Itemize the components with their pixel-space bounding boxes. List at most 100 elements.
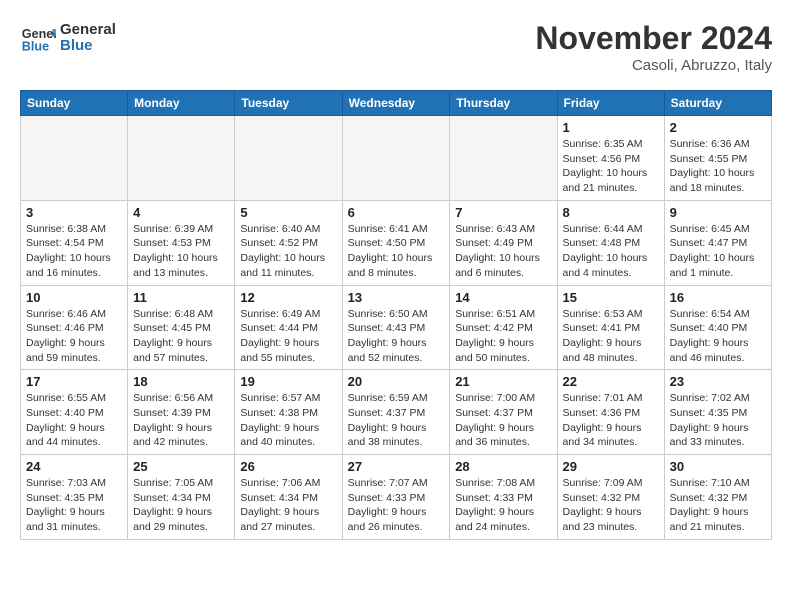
day-info: Sunrise: 6:46 AM Sunset: 4:46 PM Dayligh… (26, 307, 122, 366)
day-number: 2 (670, 120, 766, 135)
day-number: 22 (563, 374, 659, 389)
header-tuesday: Tuesday (235, 91, 342, 116)
calendar-cell: 18 Sunrise: 6:56 AM Sunset: 4:39 PM Dayli… (128, 370, 235, 455)
calendar-cell (21, 116, 128, 201)
day-info: Sunrise: 6:57 AM Sunset: 4:38 PM Dayligh… (240, 391, 336, 450)
day-number: 3 (26, 205, 122, 220)
day-info: Sunrise: 7:05 AM Sunset: 4:34 PM Dayligh… (133, 476, 229, 535)
day-number: 11 (133, 290, 229, 305)
day-number: 12 (240, 290, 336, 305)
day-number: 19 (240, 374, 336, 389)
day-info: Sunrise: 7:03 AM Sunset: 4:35 PM Dayligh… (26, 476, 122, 535)
day-number: 26 (240, 459, 336, 474)
svg-text:Blue: Blue (22, 40, 49, 54)
calendar-cell: 28 Sunrise: 7:08 AM Sunset: 4:33 PM Dayli… (450, 455, 557, 540)
day-info: Sunrise: 6:51 AM Sunset: 4:42 PM Dayligh… (455, 307, 551, 366)
calendar-cell: 21Sunrise: 7:00 AM Sunset: 4:37 PM Dayli… (450, 370, 557, 455)
day-number: 29 (563, 459, 659, 474)
calendar-cell: 10 Sunrise: 6:46 AM Sunset: 4:46 PM Dayli… (21, 285, 128, 370)
calendar-table: Sunday Monday Tuesday Wednesday Thursday… (20, 90, 772, 540)
header-thursday: Thursday (450, 91, 557, 116)
day-number: 28 (455, 459, 551, 474)
day-info: Sunrise: 6:41 AM Sunset: 4:50 PM Dayligh… (348, 222, 445, 281)
day-info: Sunrise: 6:53 AM Sunset: 4:41 PM Dayligh… (563, 307, 659, 366)
day-number: 5 (240, 205, 336, 220)
day-info: Sunrise: 6:39 AM Sunset: 4:53 PM Dayligh… (133, 222, 229, 281)
calendar-cell: 22 Sunrise: 7:01 AM Sunset: 4:36 PM Dayli… (557, 370, 664, 455)
location: Casoli, Abruzzo, Italy (535, 57, 772, 74)
day-number: 27 (348, 459, 445, 474)
day-info: Sunrise: 6:36 AM Sunset: 4:55 PM Dayligh… (670, 137, 766, 196)
day-number: 6 (348, 205, 445, 220)
day-info: Sunrise: 6:48 AM Sunset: 4:45 PM Dayligh… (133, 307, 229, 366)
day-number: 4 (133, 205, 229, 220)
day-info: Sunrise: 7:01 AM Sunset: 4:36 PM Dayligh… (563, 391, 659, 450)
day-number: 18 (133, 374, 229, 389)
calendar-cell: 29 Sunrise: 7:09 AM Sunset: 4:32 PM Dayli… (557, 455, 664, 540)
day-info: Sunrise: 6:35 AM Sunset: 4:56 PM Dayligh… (563, 137, 659, 196)
day-number: 25 (133, 459, 229, 474)
week-row-1: 1 Sunrise: 6:35 AM Sunset: 4:56 PM Daylig… (21, 116, 772, 201)
day-info: Sunrise: 6:40 AM Sunset: 4:52 PM Dayligh… (240, 222, 336, 281)
header-wednesday: Wednesday (342, 91, 450, 116)
day-info: Sunrise: 6:44 AM Sunset: 4:48 PM Dayligh… (563, 222, 659, 281)
calendar-cell: 5 Sunrise: 6:40 AM Sunset: 4:52 PM Daylig… (235, 200, 342, 285)
calendar-cell (450, 116, 557, 201)
calendar-cell: 30Sunrise: 7:10 AM Sunset: 4:32 PM Dayli… (664, 455, 771, 540)
header: General Blue General Blue November 2024 … (20, 20, 772, 74)
day-number: 24 (26, 459, 122, 474)
day-info: Sunrise: 7:07 AM Sunset: 4:33 PM Dayligh… (348, 476, 445, 535)
calendar-cell: 14 Sunrise: 6:51 AM Sunset: 4:42 PM Dayli… (450, 285, 557, 370)
calendar-cell: 25 Sunrise: 7:05 AM Sunset: 4:34 PM Dayli… (128, 455, 235, 540)
day-number: 16 (670, 290, 766, 305)
day-info: Sunrise: 6:38 AM Sunset: 4:54 PM Dayligh… (26, 222, 122, 281)
week-row-5: 24 Sunrise: 7:03 AM Sunset: 4:35 PM Dayli… (21, 455, 772, 540)
calendar-cell: 27 Sunrise: 7:07 AM Sunset: 4:33 PM Dayli… (342, 455, 450, 540)
day-number: 30 (670, 459, 766, 474)
calendar-cell: 12 Sunrise: 6:49 AM Sunset: 4:44 PM Dayli… (235, 285, 342, 370)
week-row-4: 17Sunrise: 6:55 AM Sunset: 4:40 PM Dayli… (21, 370, 772, 455)
logo-blue: Blue (60, 38, 116, 55)
day-info: Sunrise: 6:50 AM Sunset: 4:43 PM Dayligh… (348, 307, 445, 366)
day-info: Sunrise: 7:02 AM Sunset: 4:35 PM Dayligh… (670, 391, 766, 450)
calendar-cell (128, 116, 235, 201)
title-block: November 2024 Casoli, Abruzzo, Italy (535, 20, 772, 74)
day-info: Sunrise: 6:54 AM Sunset: 4:40 PM Dayligh… (670, 307, 766, 366)
calendar-cell: 1 Sunrise: 6:35 AM Sunset: 4:56 PM Daylig… (557, 116, 664, 201)
day-info: Sunrise: 7:08 AM Sunset: 4:33 PM Dayligh… (455, 476, 551, 535)
header-saturday: Saturday (664, 91, 771, 116)
page: General Blue General Blue November 2024 … (0, 0, 792, 550)
day-number: 8 (563, 205, 659, 220)
day-number: 7 (455, 205, 551, 220)
day-info: Sunrise: 7:06 AM Sunset: 4:34 PM Dayligh… (240, 476, 336, 535)
calendar-cell: 20Sunrise: 6:59 AM Sunset: 4:37 PM Dayli… (342, 370, 450, 455)
calendar-cell (342, 116, 450, 201)
calendar-cell: 4 Sunrise: 6:39 AM Sunset: 4:53 PM Daylig… (128, 200, 235, 285)
day-number: 10 (26, 290, 122, 305)
day-info: Sunrise: 6:56 AM Sunset: 4:39 PM Dayligh… (133, 391, 229, 450)
logo-text-block: General Blue (60, 22, 116, 55)
calendar-cell: 3 Sunrise: 6:38 AM Sunset: 4:54 PM Daylig… (21, 200, 128, 285)
day-info: Sunrise: 6:45 AM Sunset: 4:47 PM Dayligh… (670, 222, 766, 281)
day-info: Sunrise: 6:49 AM Sunset: 4:44 PM Dayligh… (240, 307, 336, 366)
week-row-3: 10 Sunrise: 6:46 AM Sunset: 4:46 PM Dayli… (21, 285, 772, 370)
day-info: Sunrise: 7:09 AM Sunset: 4:32 PM Dayligh… (563, 476, 659, 535)
calendar-cell: 13Sunrise: 6:50 AM Sunset: 4:43 PM Dayli… (342, 285, 450, 370)
calendar-cell: 6 Sunrise: 6:41 AM Sunset: 4:50 PM Daylig… (342, 200, 450, 285)
calendar-cell: 24 Sunrise: 7:03 AM Sunset: 4:35 PM Dayli… (21, 455, 128, 540)
calendar-cell: 8 Sunrise: 6:44 AM Sunset: 4:48 PM Daylig… (557, 200, 664, 285)
week-row-2: 3 Sunrise: 6:38 AM Sunset: 4:54 PM Daylig… (21, 200, 772, 285)
logo-icon: General Blue (20, 20, 56, 56)
calendar-cell: 15Sunrise: 6:53 AM Sunset: 4:41 PM Dayli… (557, 285, 664, 370)
calendar-cell: 26 Sunrise: 7:06 AM Sunset: 4:34 PM Dayli… (235, 455, 342, 540)
day-number: 17 (26, 374, 122, 389)
day-number: 1 (563, 120, 659, 135)
logo-general: General (60, 22, 116, 39)
logo: General Blue General Blue (20, 20, 116, 56)
calendar-cell: 19 Sunrise: 6:57 AM Sunset: 4:38 PM Dayli… (235, 370, 342, 455)
day-number: 21 (455, 374, 551, 389)
header-friday: Friday (557, 91, 664, 116)
calendar-cell (235, 116, 342, 201)
day-number: 9 (670, 205, 766, 220)
day-number: 14 (455, 290, 551, 305)
